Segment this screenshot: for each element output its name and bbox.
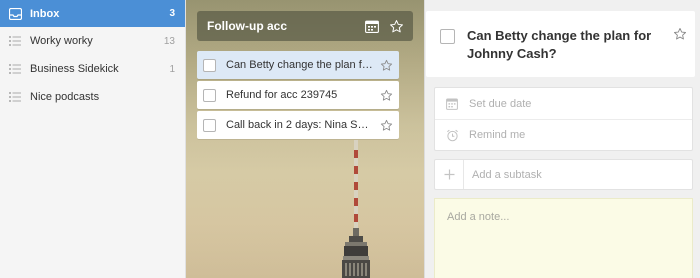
task-checkbox[interactable] [203,88,216,102]
sidebar-item-business-sidekick[interactable]: Business Sidekick 1 [0,55,185,83]
subtask-box: Add a subtask [434,159,693,190]
sidebar-item-nice-podcasts[interactable]: Nice podcasts [0,83,185,111]
task-title: Can Betty change the plan for Jo... [226,59,373,71]
task-detail-header: Can Betty change the plan for Johnny Cas… [426,11,695,77]
task-title: Refund for acc 239745 [226,89,338,101]
sidebar-item-inbox[interactable]: Inbox 3 [0,0,185,27]
task-item[interactable]: Can Betty change the plan for Jo... [197,51,399,79]
alarm-clock-icon [445,128,459,142]
sidebar-item-count: 1 [169,63,175,75]
note-placeholder: Add a note... [447,211,510,223]
task-item[interactable]: Call back in 2 days: Nina Smon [197,111,399,139]
task-checkbox[interactable] [203,58,216,72]
set-due-date-label: Set due date [469,97,532,110]
sidebar-item-label: Business Sidekick [30,63,119,75]
task-list-panel: Follow-up acc Can Betty change the plan … [186,0,424,278]
list-icon [8,62,22,76]
set-due-date-row[interactable]: Set due date [435,88,692,119]
list-icon [8,34,22,48]
sidebar-item-label: Worky worky [30,35,93,47]
sidebar-item-count: 13 [163,35,175,47]
star-icon[interactable] [379,88,393,102]
star-icon[interactable] [387,17,405,35]
remind-me-label: Remind me [469,129,526,141]
plus-icon[interactable] [435,160,464,189]
star-icon[interactable] [379,118,393,132]
task-checkbox[interactable] [203,118,216,132]
task-title: Call back in 2 days: Nina Smon [226,119,373,131]
star-icon[interactable] [672,27,687,42]
inbox-icon [8,7,22,21]
sidebar-item-worky-worky[interactable]: Worky worky 13 [0,27,185,55]
note-area[interactable]: Add a note... [434,198,693,278]
list-title: Follow-up acc [207,19,288,33]
calendar-icon [445,97,459,111]
add-subtask-row[interactable]: Add a subtask [435,160,692,189]
sidebar-item-label: Inbox [30,7,60,20]
sidebar-item-count: 3 [169,8,175,19]
task-detail-title[interactable]: Can Betty change the plan for Johnny Cas… [467,27,668,77]
sidebar: Inbox 3 Worky worky 13 Business Sidekick… [0,0,186,278]
calendar-icon[interactable] [363,17,381,35]
due-reminder-box: Set due date Remind me [434,87,693,151]
sidebar-item-label: Nice podcasts [30,91,100,103]
remind-me-row[interactable]: Remind me [435,119,692,150]
add-subtask-input[interactable]: Add a subtask [472,169,542,181]
list-header: Follow-up acc [197,11,413,41]
task-detail-checkbox[interactable] [440,29,455,44]
list-icon [8,90,22,104]
star-icon[interactable] [379,58,393,72]
task-list: Can Betty change the plan for Jo... Refu… [197,51,399,141]
task-item[interactable]: Refund for acc 239745 [197,81,399,109]
task-detail-panel: Can Betty change the plan for Johnny Cas… [424,0,700,278]
